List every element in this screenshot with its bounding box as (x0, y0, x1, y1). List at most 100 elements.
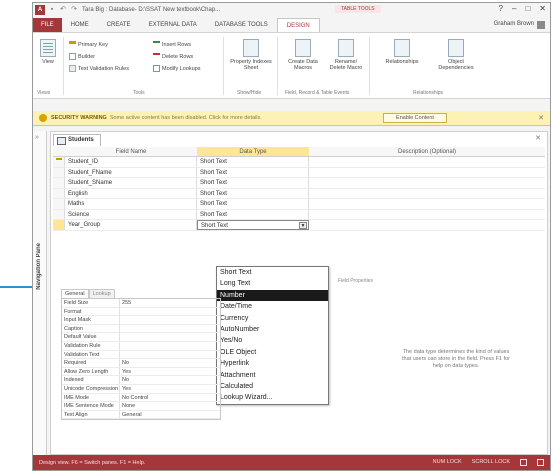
table-row[interactable]: Student_ID Short Text (53, 157, 545, 168)
field-name-cell[interactable]: Student_SName (65, 178, 197, 188)
relationships-button[interactable]: Relationships (377, 39, 427, 65)
field-name-cell[interactable]: Student_FName (65, 167, 197, 177)
description-cell[interactable] (309, 157, 545, 167)
property-row[interactable]: Validation Rule (62, 341, 220, 351)
property-value[interactable] (120, 325, 220, 333)
property-row[interactable]: Input Mask (62, 316, 220, 325)
table-row[interactable]: Student_FName Short Text (53, 167, 545, 178)
property-value[interactable] (120, 342, 220, 350)
dropdown-option-yes-no[interactable]: Yes/No (217, 335, 328, 346)
dropdown-option-currency[interactable]: Currency (217, 313, 328, 324)
property-row[interactable]: Required No (62, 359, 220, 368)
tab-file[interactable]: FILE (33, 18, 62, 32)
dropdown-option-attachment[interactable]: Attachment (217, 370, 328, 381)
user-name[interactable]: Graham Brown (494, 21, 534, 27)
tab-home[interactable]: HOME (62, 18, 98, 32)
description-cell[interactable] (309, 178, 545, 188)
property-row[interactable]: Text Align General (62, 410, 220, 420)
dropdown-option-calculated[interactable]: Calculated (217, 381, 328, 392)
dropdown-option-date-time[interactable]: Date/Time (217, 301, 328, 312)
row-selector[interactable] (53, 199, 65, 209)
row-selector[interactable] (53, 209, 65, 219)
create-data-macros-button[interactable]: Create Data Macros (283, 39, 323, 72)
property-value[interactable] (120, 333, 220, 341)
field-name-cell[interactable]: Maths (65, 199, 197, 209)
maximize-button[interactable]: □ (525, 4, 530, 13)
property-row[interactable]: Caption (62, 324, 220, 334)
insert-rows-button[interactable]: Insert Rows (153, 41, 191, 48)
table-row[interactable]: Student_SName Short Text (53, 178, 545, 189)
field-name-cell[interactable]: Year_Group (65, 220, 197, 230)
row-selector[interactable] (53, 167, 65, 177)
property-value[interactable]: None (120, 402, 220, 410)
chevron-right-icon[interactable]: » (35, 134, 39, 141)
row-selector[interactable] (53, 178, 65, 188)
document-tab-students[interactable]: Students (53, 134, 101, 146)
tab-lookup[interactable]: Lookup (88, 289, 115, 298)
dropdown-option-hyperlink[interactable]: Hyperlink (217, 358, 328, 369)
close-icon[interactable]: ✕ (538, 114, 544, 122)
property-value[interactable] (120, 316, 220, 324)
property-row[interactable]: Field Size 255 (62, 299, 220, 308)
navigation-pane[interactable]: » Navigation Pane (33, 131, 47, 455)
help-button[interactable]: ? (499, 4, 503, 13)
close-button[interactable]: ✕ (539, 4, 546, 13)
property-row[interactable]: Validation Text (62, 350, 220, 360)
tab-general[interactable]: General (61, 289, 89, 298)
object-dependencies-button[interactable]: Object Dependencies (431, 39, 481, 72)
dropdown-option-lookup-wizard[interactable]: Lookup Wizard... (217, 392, 328, 403)
row-selector[interactable] (53, 157, 65, 167)
dropdown-option-autonumber[interactable]: AutoNumber (217, 324, 328, 335)
property-value[interactable]: Yes (120, 368, 220, 376)
property-row[interactable]: Unicode Compression Yes (62, 384, 220, 394)
description-cell[interactable] (309, 189, 545, 199)
data-type-cell[interactable]: Short Text (197, 157, 309, 167)
row-selector[interactable] (53, 220, 65, 230)
table-row[interactable]: Science Short Text (53, 209, 545, 220)
chevron-down-icon[interactable]: ▼ (299, 222, 307, 229)
data-type-cell[interactable]: Short Text (197, 178, 309, 188)
table-row[interactable]: Maths Short Text (53, 199, 545, 210)
primary-key-button[interactable]: Primary Key (69, 41, 108, 48)
field-name-cell[interactable]: English (65, 188, 197, 198)
property-row[interactable]: Allow Zero Length Yes (62, 367, 220, 377)
tab-external-data[interactable]: EXTERNAL DATA (140, 18, 206, 32)
security-warning-message[interactable]: Some active content has been disabled. C… (110, 115, 262, 121)
property-row[interactable]: IME Mode No Control (62, 393, 220, 403)
table-row[interactable]: English Short Text (53, 188, 545, 199)
property-row[interactable]: IME Sentence Mode None (62, 402, 220, 411)
undo-icon[interactable]: ↶ (59, 6, 67, 14)
property-value[interactable]: No (120, 359, 220, 367)
field-name-cell[interactable]: Student_ID (65, 157, 197, 167)
dropdown-option-ole-object[interactable]: OLE Object (217, 347, 328, 358)
property-row[interactable]: Indexed No (62, 376, 220, 385)
table-row-active[interactable]: Year_Group Short Text ▼ (53, 220, 545, 231)
property-row[interactable]: Default Value (62, 333, 220, 342)
modify-lookups-button[interactable]: Modify Lookups (153, 65, 201, 72)
description-cell[interactable] (309, 199, 545, 209)
redo-icon[interactable]: ↷ (70, 6, 78, 14)
data-type-cell[interactable]: Short Text (197, 188, 309, 198)
datasheet-view-icon[interactable] (520, 459, 527, 466)
property-sheet-button[interactable]: Property Indexes Sheet (229, 39, 273, 72)
dropdown-option-short-text[interactable]: Short Text (217, 267, 328, 278)
dropdown-option-long-text[interactable]: Long Text (217, 278, 328, 289)
rename-delete-macro-button[interactable]: Rename/ Delete Macro (327, 39, 365, 72)
row-selector[interactable] (53, 188, 65, 198)
view-button[interactable]: View (37, 39, 59, 65)
delete-rows-button[interactable]: Delete Rows (153, 53, 193, 60)
avatar[interactable] (537, 21, 545, 29)
property-value[interactable]: No Control (120, 394, 220, 402)
property-value[interactable]: No (120, 376, 220, 384)
description-cell[interactable] (309, 210, 545, 220)
property-value[interactable]: General (120, 411, 220, 419)
data-type-select[interactable]: Short Text ▼ (197, 220, 309, 230)
data-type-cell[interactable]: Short Text (197, 167, 309, 177)
close-document-icon[interactable]: ✕ (535, 134, 541, 142)
description-cell[interactable] (309, 168, 545, 178)
builder-button[interactable]: Builder (69, 53, 95, 60)
tab-create[interactable]: CREATE (98, 18, 140, 32)
data-type-cell[interactable]: Short Text (197, 199, 309, 209)
enable-content-button[interactable]: Enable Content (383, 113, 447, 123)
tab-design[interactable]: DESIGN (276, 18, 320, 32)
